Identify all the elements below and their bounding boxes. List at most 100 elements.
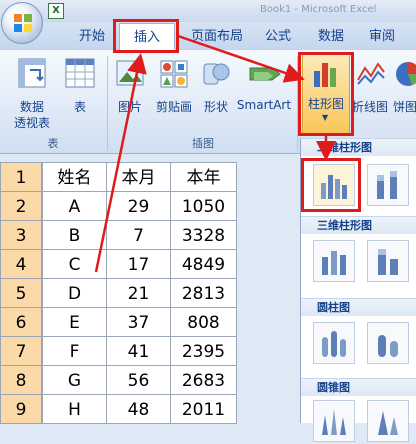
chart-thumbnail-icon (321, 175, 347, 199)
clustered-column-option[interactable] (313, 164, 355, 206)
chart-thumbnail-icon (322, 409, 346, 435)
gallery-section-cone: 圆锥图 (301, 378, 416, 396)
row-header[interactable]: 3 (0, 220, 42, 250)
table-cell[interactable]: E (42, 307, 107, 337)
line-chart-icon (357, 62, 385, 85)
shapes-label: 形状 (203, 100, 228, 114)
tab-home[interactable]: 开始 (70, 26, 114, 50)
column-chart-label: 柱形图 (307, 97, 344, 111)
3d-stacked-column-option[interactable] (367, 240, 409, 282)
row-header[interactable]: 4 (0, 249, 42, 279)
shapes-icon (203, 63, 230, 85)
tab-data[interactable]: 数据 (311, 26, 351, 50)
picture-icon (116, 60, 144, 86)
table-cell[interactable]: 17 (106, 249, 171, 279)
chevron-down-icon: ▼ (322, 113, 329, 122)
3d-clustered-column-option[interactable] (313, 240, 355, 282)
table-icon (65, 58, 95, 88)
office-button[interactable] (1, 2, 43, 44)
tab-insert[interactable]: 插入 (119, 23, 175, 50)
picture-button[interactable]: 图片 (112, 54, 148, 134)
illustrations-group-title: 插图 (192, 137, 214, 150)
table-cell[interactable]: 808 (170, 307, 237, 337)
table-button[interactable]: 表 (60, 54, 100, 134)
picture-label: 图片 (117, 100, 142, 114)
stacked-cone-option[interactable] (367, 400, 409, 442)
clipart-label: 剪贴画 (155, 100, 192, 114)
tab-page-layout[interactable]: 页面布局 (182, 26, 252, 50)
line-chart-label: 折线图 (352, 100, 389, 114)
table-label: 表 (73, 100, 86, 114)
header-cell[interactable]: 本年 (170, 162, 237, 192)
table-cell[interactable]: F (42, 336, 107, 366)
group-separator (297, 56, 298, 150)
gallery-section-2d: 二维柱形图 (301, 138, 416, 156)
table-cell[interactable]: 4849 (170, 249, 237, 279)
table-cell[interactable]: 29 (106, 191, 171, 221)
chart-thumbnail-icon (322, 251, 346, 275)
row-header[interactable]: 2 (0, 191, 42, 221)
tables-group-title: 表 (47, 137, 59, 150)
row-header[interactable]: 8 (0, 365, 42, 395)
office-logo-icon (14, 14, 32, 32)
gallery-section-3d: 三维柱形图 (301, 216, 416, 234)
chart-thumbnail-icon (377, 171, 397, 199)
tab-review[interactable]: 审阅 (362, 26, 402, 50)
column-chart-icon (314, 63, 336, 87)
table-cell[interactable]: 2395 (170, 336, 237, 366)
smartart-icon (249, 67, 281, 81)
excel-icon[interactable]: X (48, 3, 64, 19)
table-cell[interactable]: 2683 (170, 365, 237, 395)
tab-formulas[interactable]: 公式 (258, 26, 298, 50)
table-cell[interactable]: G (42, 365, 107, 395)
table-cell[interactable]: 2011 (170, 394, 237, 424)
row-header[interactable]: 7 (0, 336, 42, 366)
header-cell[interactable]: 本月 (106, 162, 171, 192)
pie-chart-icon (396, 62, 416, 86)
table-cell[interactable]: 56 (106, 365, 171, 395)
header-cell[interactable]: 姓名 (42, 162, 107, 192)
shapes-button[interactable]: 形状 (200, 54, 232, 134)
row-header[interactable]: 9 (0, 394, 42, 424)
window-title: Book1 - Microsoft Excel (260, 4, 377, 15)
clipart-button[interactable]: 剪贴画 (150, 54, 198, 134)
pie-chart-label: 饼图 (392, 100, 416, 114)
chart-thumbnail-icon (378, 411, 398, 435)
table-cell[interactable]: 3328 (170, 220, 237, 250)
table-cell[interactable]: 7 (106, 220, 171, 250)
table-cell[interactable]: 41 (106, 336, 171, 366)
clipart-icon (160, 60, 188, 88)
table-cell[interactable]: 2813 (170, 278, 237, 308)
stacked-column-option[interactable] (367, 164, 409, 206)
table-cell[interactable]: H (42, 394, 107, 424)
pivot-label-1: 数据 (19, 100, 44, 114)
table-cell[interactable]: A (42, 191, 107, 221)
cylinder-option[interactable] (313, 322, 355, 364)
table-cell[interactable]: B (42, 220, 107, 250)
pivot-label-2: 透视表 (13, 116, 50, 130)
line-chart-button[interactable]: 折线图 (352, 54, 388, 134)
table-cell[interactable]: C (42, 249, 107, 279)
smartart-label: SmartArt (236, 98, 292, 112)
pie-chart-button[interactable]: 饼图 (390, 54, 416, 134)
pivot-table-icon (18, 58, 46, 88)
chart-thumbnail-icon (322, 331, 346, 357)
stacked-cylinder-option[interactable] (367, 322, 409, 364)
table-cell[interactable]: D (42, 278, 107, 308)
smartart-button[interactable]: SmartArt (234, 54, 294, 134)
gallery-section-cylinder: 圆柱图 (301, 298, 416, 316)
column-chart-button[interactable]: 柱形图 ▼ (302, 54, 350, 134)
row-header[interactable]: 6 (0, 307, 42, 337)
pivot-table-button[interactable]: 数据 透视表 (6, 54, 58, 134)
column-chart-gallery: 二维柱形图 三维柱形图 圆柱图 圆锥图 (300, 138, 416, 442)
chart-thumbnail-icon (378, 249, 398, 275)
cone-option[interactable] (313, 400, 355, 442)
row-header[interactable]: 5 (0, 278, 42, 308)
worksheet-grid[interactable]: 1 姓名 本月 本年 2 A 29 1050 3 B 7 3328 4 C 17 4849 5 D 21 2813 6 E… (0, 162, 237, 424)
table-cell[interactable]: 1050 (170, 191, 237, 221)
row-header[interactable]: 1 (0, 162, 42, 192)
table-cell[interactable]: 48 (106, 394, 171, 424)
ribbon-tabs: 开始 插入 页面布局 公式 数据 审阅 (0, 22, 416, 50)
table-cell[interactable]: 21 (106, 278, 171, 308)
table-cell[interactable]: 37 (106, 307, 171, 337)
